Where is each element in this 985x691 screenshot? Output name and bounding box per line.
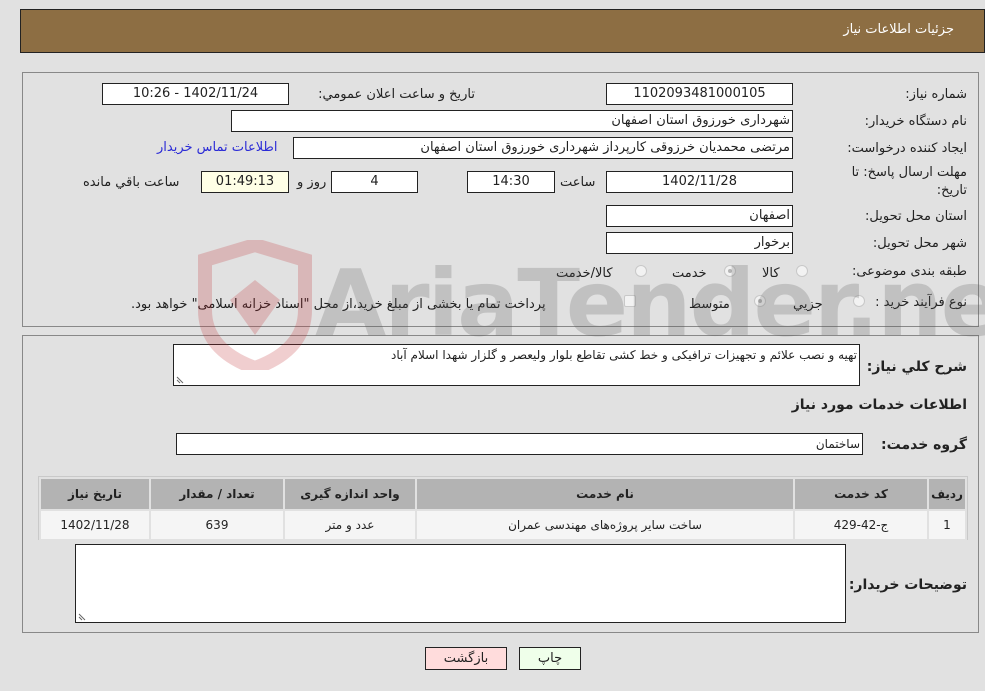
deadline-time-field: 14:30	[467, 171, 555, 193]
category-service-radio[interactable]	[724, 265, 736, 277]
cell-quantity: 639	[149, 509, 285, 541]
deadline-label-line1: مهلت ارسال پاسخ: تا	[851, 165, 967, 180]
back-button[interactable]: بازگشت	[425, 647, 507, 670]
services-table-wrapper: رديف كد خدمت نام خدمت واحد اندازه گيری ت…	[38, 476, 968, 541]
cell-row-number: 1	[927, 509, 967, 541]
services-table-header: رديف كد خدمت نام خدمت واحد اندازه گيری ت…	[39, 477, 967, 511]
need-number-field: 1102093481000105	[606, 83, 793, 105]
col-service-code: كد خدمت	[793, 477, 929, 511]
cell-service-code: ج-42-429	[793, 509, 929, 541]
announce-field: 1402/11/24 - 10:26	[102, 83, 289, 105]
city-label: شهر محل تحویل:	[872, 236, 967, 251]
need-number-label: شماره نیاز:	[905, 87, 967, 102]
city-field: برخوار	[606, 232, 793, 254]
process-medium-label: متوسط	[689, 297, 730, 312]
deadline-date-field: 1402/11/28	[606, 171, 793, 193]
category-goods-label: کالا	[762, 266, 780, 281]
description-textarea[interactable]: تهيه و نصب علائم و تجهيزات ترافيكی و خط …	[173, 344, 860, 386]
cell-unit: عدد و متر	[283, 509, 417, 541]
services-table: رديف كد خدمت نام خدمت واحد اندازه گيری ت…	[39, 477, 967, 541]
table-row: 1 ج-42-429 ساخت ساير پروژه‌های مهندسی عم…	[39, 509, 967, 541]
buyer-contact-link[interactable]: اطلاعات تماس خریدار	[157, 140, 277, 155]
category-goods-service-label: کالا/خدمت	[556, 266, 613, 281]
buyer-notes-textarea[interactable]	[75, 544, 846, 623]
cell-service-name: ساخت ساير پروژه‌های مهندسی عمران	[415, 509, 795, 541]
service-group-label: گروه خدمت:	[881, 437, 967, 453]
province-label: استان محل تحویل:	[865, 209, 967, 224]
cell-need-date: 1402/11/28	[39, 509, 151, 541]
category-label: طبقه بندی موضوعی:	[851, 264, 967, 279]
service-group-field: ساختمان	[176, 433, 863, 455]
province-field: اصفهان	[606, 205, 793, 227]
remaining-time-field: 01:49:13	[201, 171, 289, 193]
process-small-label: جزيي	[793, 297, 823, 312]
announce-label: تاريخ و ساعت اعلان عمومي:	[318, 87, 475, 102]
remaining-time-label: ساعت باقي مانده	[83, 175, 180, 190]
deadline-label-line2: تاریخ:	[936, 183, 967, 198]
buyer-org-field: شهرداری خورزوق استان اصفهان	[231, 110, 793, 132]
process-label: نوع فرآیند خرید :	[875, 295, 967, 310]
process-small-radio[interactable]	[853, 295, 865, 307]
page-title: جزئيات اطلاعات نياز	[843, 22, 954, 37]
treasury-checkbox-label: پرداخت تمام یا بخشی از مبلغ خرید،از محل …	[131, 297, 546, 312]
creator-field: مرتضی محمدیان خرزوقی کارپرداز شهرداری خو…	[293, 137, 793, 159]
description-text: تهيه و نصب علائم و تجهيزات ترافيكی و خط …	[391, 348, 857, 362]
col-quantity: تعداد / مقدار	[149, 477, 285, 511]
col-unit: واحد اندازه گيری	[283, 477, 417, 511]
buyer-notes-label: توضيحات خريدار:	[848, 577, 967, 593]
days-remaining-field: 4	[331, 171, 418, 193]
col-row-number: رديف	[927, 477, 967, 511]
print-button[interactable]: چاپ	[519, 647, 581, 670]
resize-grip-icon[interactable]	[176, 375, 185, 384]
col-need-date: تاريخ نياز	[39, 477, 151, 511]
days-label: روز و	[297, 175, 327, 190]
category-goods-radio[interactable]	[796, 265, 808, 277]
resize-grip-icon[interactable]	[78, 612, 87, 621]
page-header: جزئيات اطلاعات نياز	[20, 9, 985, 53]
buyer-org-label: نام دستگاه خریدار:	[864, 114, 967, 129]
services-heading: اطلاعات خدمات مورد نياز	[791, 397, 967, 413]
creator-label: ایجاد کننده درخواست:	[847, 141, 967, 156]
treasury-checkbox[interactable]	[624, 295, 636, 307]
category-service-label: خدمت	[672, 266, 707, 281]
deadline-time-label: ساعت	[560, 175, 596, 190]
process-medium-radio[interactable]	[754, 295, 766, 307]
description-label: شرح كلي نياز:	[866, 359, 967, 375]
category-goods-service-radio[interactable]	[635, 265, 647, 277]
col-service-name: نام خدمت	[415, 477, 795, 511]
